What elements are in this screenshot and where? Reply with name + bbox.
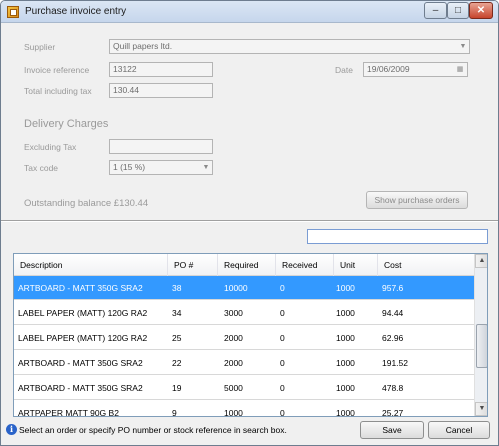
column-header-unit[interactable]: Unit: [334, 254, 378, 276]
supplier-label: Supplier: [24, 42, 56, 52]
cell-required: 3000: [224, 308, 243, 318]
cell-unit: 1000: [336, 333, 355, 343]
close-button[interactable]: ✕: [469, 2, 493, 19]
save-button[interactable]: Save: [360, 421, 424, 439]
table-row[interactable]: ARTBOARD - MATT 350G SRA2 19 5000 0 1000…: [14, 376, 474, 400]
app-icon: [7, 6, 19, 18]
table-row[interactable]: ARTPAPER MATT 90G B2 9 1000 0 1000 25.27: [14, 401, 474, 417]
cell-po: 25: [172, 333, 182, 343]
cell-unit: 1000: [336, 408, 355, 417]
column-header-po[interactable]: PO #: [168, 254, 218, 276]
cell-description: ARTBOARD - MATT 350G SRA2: [18, 283, 143, 293]
purchase-invoice-window: Purchase invoice entry – □ ✕ Supplier Qu…: [0, 0, 499, 446]
invoice-reference-field[interactable]: 13122: [109, 62, 213, 77]
date-picker[interactable]: 19/06/2009 ▦: [363, 62, 468, 77]
grid-header: Description PO # Required Received Unit …: [14, 254, 474, 276]
info-icon: i: [6, 424, 17, 435]
excluding-tax-field[interactable]: [109, 139, 213, 154]
divider-highlight: [1, 221, 498, 222]
column-header-description[interactable]: Description: [14, 254, 168, 276]
cell-description: ARTBOARD - MATT 350G SRA2: [18, 358, 143, 368]
table-row[interactable]: LABEL PAPER (MATT) 120G RA2 25 2000 0 10…: [14, 326, 474, 350]
status-message: Select an order or specify PO number or …: [19, 425, 287, 435]
excluding-tax-label: Excluding Tax: [24, 142, 77, 152]
table-row[interactable]: ARTBOARD - MATT 350G SRA2 38 10000 0 100…: [14, 276, 474, 300]
cell-po: 9: [172, 408, 177, 417]
outstanding-balance-text: Outstanding balance £130.44: [24, 198, 149, 209]
cell-po: 34: [172, 308, 182, 318]
purchase-orders-grid: Description PO # Required Received Unit …: [13, 253, 488, 417]
minimize-button[interactable]: –: [424, 2, 447, 19]
cell-description: LABEL PAPER (MATT) 120G RA2: [18, 333, 148, 343]
cell-unit: 1000: [336, 283, 355, 293]
cell-unit: 1000: [336, 383, 355, 393]
cell-received: 0: [280, 333, 285, 343]
cell-required: 2000: [224, 333, 243, 343]
column-header-received[interactable]: Received: [276, 254, 334, 276]
cell-required: 2000: [224, 358, 243, 368]
cell-cost: 62.96: [382, 333, 404, 343]
cell-description: ARTPAPER MATT 90G B2: [18, 408, 119, 417]
window-title: Purchase invoice entry: [25, 6, 127, 17]
total-including-tax-label: Total including tax: [24, 86, 92, 96]
cell-received: 0: [280, 408, 285, 417]
chevron-down-icon[interactable]: ▼: [457, 40, 469, 53]
cell-received: 0: [280, 283, 285, 293]
cell-cost: 191.52: [382, 358, 408, 368]
delivery-charges-heading: Delivery Charges: [24, 118, 109, 130]
cell-cost: 94.44: [382, 308, 404, 318]
chevron-down-icon[interactable]: ▼: [200, 161, 212, 174]
invoice-reference-label: Invoice reference: [24, 65, 90, 75]
table-row[interactable]: ARTBOARD - MATT 350G SRA2 22 2000 0 1000…: [14, 351, 474, 375]
scroll-thumb[interactable]: [476, 324, 487, 368]
table-row[interactable]: LABEL PAPER (MATT) 120G RA2 34 3000 0 10…: [14, 301, 474, 325]
tax-code-value: 1 (15 %): [113, 162, 146, 172]
cell-required: 10000: [224, 283, 248, 293]
tax-code-combobox[interactable]: 1 (15 %) ▼: [109, 160, 213, 175]
cell-required: 1000: [224, 408, 243, 417]
cell-unit: 1000: [336, 358, 355, 368]
tax-code-label: Tax code: [24, 163, 59, 173]
title-bar: Purchase invoice entry – □ ✕: [1, 1, 498, 23]
scroll-up-icon[interactable]: ▲: [475, 254, 487, 268]
vertical-scrollbar[interactable]: ▲ ▼: [474, 254, 487, 416]
date-label: Date: [335, 65, 353, 75]
cell-cost: 25.27: [382, 408, 404, 417]
date-value: 19/06/2009: [367, 64, 410, 74]
cell-cost: 957.6: [382, 283, 404, 293]
cell-unit: 1000: [336, 308, 355, 318]
supplier-value: Quill papers ltd.: [113, 41, 173, 51]
cell-received: 0: [280, 358, 285, 368]
cancel-button[interactable]: Cancel: [428, 421, 490, 439]
maximize-button[interactable]: □: [447, 2, 469, 19]
cell-cost: 478.8: [382, 383, 404, 393]
cell-po: 38: [172, 283, 182, 293]
cell-po: 19: [172, 383, 182, 393]
search-input[interactable]: [307, 229, 488, 244]
show-purchase-orders-button[interactable]: Show purchase orders: [366, 191, 468, 209]
scroll-down-icon[interactable]: ▼: [475, 402, 487, 416]
calendar-icon[interactable]: ▦: [453, 63, 467, 76]
cell-po: 22: [172, 358, 182, 368]
column-header-required[interactable]: Required: [218, 254, 276, 276]
cell-received: 0: [280, 308, 285, 318]
cell-description: LABEL PAPER (MATT) 120G RA2: [18, 308, 148, 318]
total-including-tax-field[interactable]: 130.44: [109, 83, 213, 98]
column-header-cost[interactable]: Cost: [378, 254, 474, 276]
cell-received: 0: [280, 383, 285, 393]
supplier-combobox[interactable]: Quill papers ltd. ▼: [109, 39, 470, 54]
cell-required: 5000: [224, 383, 243, 393]
cell-description: ARTBOARD - MATT 350G SRA2: [18, 383, 143, 393]
